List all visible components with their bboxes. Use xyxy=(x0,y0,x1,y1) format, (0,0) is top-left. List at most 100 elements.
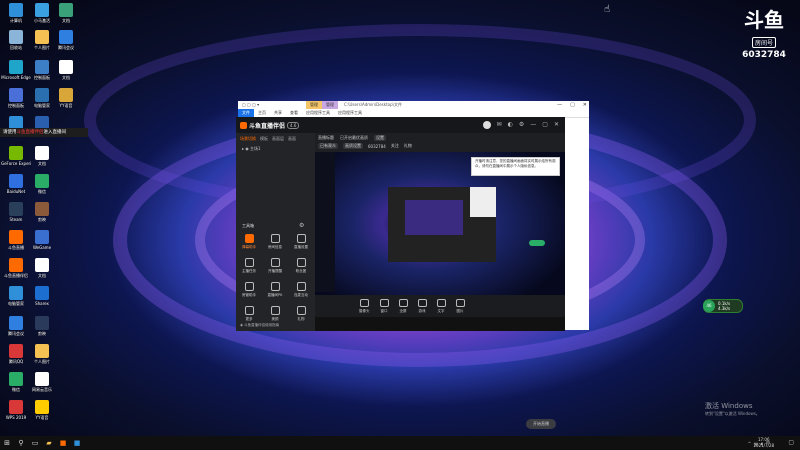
popup-suffix: 进入直播间 xyxy=(43,130,67,135)
document-icon xyxy=(35,258,49,272)
ribbon-file[interactable]: 文件 xyxy=(238,109,254,117)
ctrl-label: 摄像头 xyxy=(359,308,370,313)
tool-label: 主播任务 xyxy=(242,269,256,273)
tool-label: 粉丝团 xyxy=(295,269,307,273)
desktop-icon[interactable]: 网易云音乐 xyxy=(27,372,57,392)
add-image-button[interactable]: 图片 xyxy=(455,298,465,314)
skin-icon[interactable]: ◐ xyxy=(508,121,513,129)
douyu-taskbar-icon[interactable]: ■ xyxy=(56,436,70,450)
ribbon-share[interactable]: 共享 xyxy=(270,110,286,116)
tool-room-info[interactable]: 房间信息 xyxy=(262,234,288,250)
desktop-icon[interactable]: 微信 xyxy=(27,174,57,194)
window-icon xyxy=(379,298,389,307)
tool-connect[interactable]: 连麦互动 xyxy=(288,282,314,298)
tool-danmu[interactable]: 弹幕助手 xyxy=(236,234,262,250)
desktop-icon[interactable]: 剪映 xyxy=(27,202,57,222)
clock[interactable]: 17:06 2021/7/28 xyxy=(753,437,774,449)
gift-count: 礼物 xyxy=(403,143,412,148)
tool-label: 直播间PK xyxy=(267,293,283,297)
ribbon-app-tools-1[interactable]: 应用程序工具 xyxy=(302,110,334,116)
connect-icon xyxy=(296,282,306,291)
close-icon[interactable]: ✕ xyxy=(583,101,587,109)
file-explorer-icon[interactable]: ▰ xyxy=(42,436,56,450)
tab-manage-2[interactable]: 管理 xyxy=(322,101,338,109)
tool-reminder[interactable]: 开播提醒 xyxy=(262,258,288,274)
desktop-icon[interactable]: 腾讯会议 xyxy=(51,30,81,50)
desktop-icon[interactable]: 文档 xyxy=(51,60,81,80)
tool-label: 礼物 xyxy=(297,317,305,321)
avatar[interactable] xyxy=(482,121,491,129)
monitor-icon xyxy=(398,298,408,307)
settings-icon[interactable]: ⚙ xyxy=(519,121,524,129)
tool-beauty[interactable]: 美颜 xyxy=(262,306,288,322)
tab-manage-1[interactable]: 管理 xyxy=(306,101,322,109)
network-speed-widget[interactable]: 46 0.1k/s 4.3k/s xyxy=(703,299,743,313)
quick-access-toolbar[interactable]: ▢ ▢ ▢ ▾ xyxy=(238,101,306,109)
desktop-icon[interactable]: 文档 xyxy=(27,258,57,278)
live-title[interactable]: 直播标题 xyxy=(318,135,334,141)
tool-tasks[interactable]: 主播任务 xyxy=(236,258,262,274)
ribbon-app-tools-2[interactable]: 应用程序工具 xyxy=(334,110,366,116)
ribbon-home[interactable]: 主页 xyxy=(254,110,270,116)
tab-layers[interactable]: 画面层 xyxy=(272,136,284,142)
add-text-button[interactable]: 文字 xyxy=(436,298,446,314)
tool-more[interactable]: 更多 xyxy=(236,306,262,322)
toolbox-settings-icon[interactable]: ⚙ xyxy=(299,222,304,229)
add-fullscreen-button[interactable]: 全屏 xyxy=(398,298,408,314)
cursor-icon: ☝ xyxy=(604,4,611,15)
room-manager-icon xyxy=(244,282,254,291)
tool-live-settings[interactable]: 直播设置 xyxy=(288,234,314,250)
add-camera-button[interactable]: 摄像头 xyxy=(359,298,370,314)
follow-count: 关注 xyxy=(390,143,399,148)
desktop-icon[interactable]: YY语音 xyxy=(51,88,81,108)
viewer-chip[interactable]: 已有观众 xyxy=(318,143,338,149)
desktop-icon[interactable]: Sharex xyxy=(27,286,57,306)
desktop-icon[interactable]: YY语音 xyxy=(27,400,57,420)
tool-gift[interactable]: 礼物 xyxy=(288,306,314,322)
desktop-icon[interactable]: 剪映 xyxy=(27,316,57,336)
baidu-icon xyxy=(9,174,23,188)
desktop-icon[interactable]: 个人图片 xyxy=(27,344,57,364)
windows-start-icon[interactable]: ⊞ xyxy=(0,436,14,450)
explorer-path: C:\Users\Admin\Desktop\文件 xyxy=(344,102,402,107)
tab-scene[interactable]: 场景切换 xyxy=(240,136,256,142)
add-game-button[interactable]: 游戏 xyxy=(417,298,427,314)
mail-icon[interactable]: ✉ xyxy=(497,121,502,129)
pk-icon xyxy=(270,282,280,291)
sidebar-footer-link[interactable]: ◉ 斗鱼直播伴侣使用指南 xyxy=(240,323,279,328)
desktop-icon[interactable]: 文档 xyxy=(51,3,81,23)
ctrl-label: 图片 xyxy=(456,308,464,313)
search-icon[interactable]: ⚲ xyxy=(14,436,28,450)
ctrl-label: 游戏 xyxy=(418,308,426,313)
room-info-icon xyxy=(270,234,280,243)
task-view-icon[interactable]: ▭ xyxy=(28,436,42,450)
ribbon-view[interactable]: 查看 xyxy=(286,110,302,116)
room-logo: 斗鱼 房间号 6032784 xyxy=(741,10,787,60)
scene-item[interactable]: ▸ ◉ 主场1 xyxy=(236,145,315,153)
tool-pk[interactable]: 直播间PK xyxy=(262,282,288,298)
minimize-icon[interactable]: — xyxy=(557,101,562,109)
start-live-button[interactable]: 开始直播 xyxy=(526,419,556,429)
desktop-icon[interactable]: WeGame xyxy=(27,230,57,250)
quality-chip[interactable]: 画质设置 xyxy=(343,143,363,149)
app-icon xyxy=(59,3,73,17)
tray-chevron-icon[interactable]: ^ xyxy=(748,441,751,446)
tab-canvas[interactable]: 画面 xyxy=(288,136,296,142)
version-badge: 4.6 xyxy=(287,121,300,129)
maximize-icon[interactable]: ▢ xyxy=(542,121,548,129)
minimize-icon[interactable]: — xyxy=(530,121,536,129)
tool-label: 美颜 xyxy=(271,317,279,321)
app-taskbar-icon[interactable]: ■ xyxy=(70,436,84,450)
desktop-icon[interactable]: 文档 xyxy=(27,146,57,166)
gift-icon xyxy=(296,306,306,315)
maximize-icon[interactable]: ▢ xyxy=(570,101,575,109)
app-icon xyxy=(35,60,49,74)
add-window-button[interactable]: 窗口 xyxy=(379,298,389,314)
close-icon[interactable]: ✕ xyxy=(554,121,559,129)
notification-icon[interactable]: ▢ xyxy=(788,439,794,446)
download-rate: 4.3k/s xyxy=(718,306,731,311)
tool-room-manager[interactable]: 房管助手 xyxy=(236,282,262,298)
tool-fans[interactable]: 粉丝团 xyxy=(288,258,314,274)
settings-chip[interactable]: 设置 xyxy=(374,135,386,141)
tab-template[interactable]: 模板 xyxy=(260,136,268,142)
